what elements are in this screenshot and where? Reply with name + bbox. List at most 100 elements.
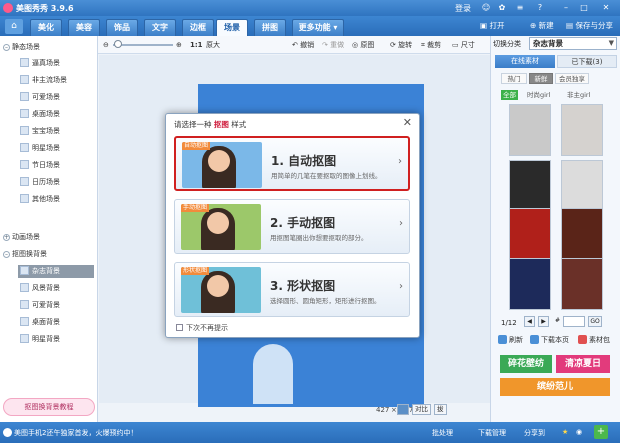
new-button[interactable]: ⊕ 新建: [530, 20, 554, 32]
page-hash-icon: #: [554, 317, 561, 324]
list-item[interactable]: 桌面场景: [20, 108, 92, 121]
dont-show-again-checkbox[interactable]: 下次不再提示: [176, 324, 228, 333]
list-item[interactable]: 其他场景: [20, 193, 92, 206]
material-thumbnail[interactable]: [561, 104, 603, 156]
star-icon[interactable]: ★: [562, 428, 568, 436]
tag-fashion[interactable]: 时尚girl: [527, 90, 550, 100]
option-shape-cutout[interactable]: 形状抠图 3. 形状抠图 选择圆形、圆角矩形，矩形进行抠图。 ›: [174, 262, 410, 317]
refresh-button[interactable]: 刷新: [498, 334, 523, 347]
size-separator: ×: [391, 406, 397, 414]
list-item[interactable]: 可爱场景: [20, 91, 92, 104]
go-button[interactable]: GO: [588, 316, 602, 327]
undo-button[interactable]: ↶ 撤销: [292, 40, 314, 50]
category-select[interactable]: 杂志背景 ▼: [529, 37, 617, 50]
group-cutout-background[interactable]: – 抠图换背景: [3, 249, 47, 259]
next-page-icon[interactable]: ▶: [538, 316, 549, 327]
tab-scene[interactable]: 场景: [216, 19, 248, 36]
list-item[interactable]: 明星背景: [20, 333, 92, 346]
list-item[interactable]: 风景背景: [20, 282, 92, 295]
list-item[interactable]: 可爱背景: [20, 299, 92, 312]
add-share-icon[interactable]: +: [594, 425, 608, 439]
material-thumbnail[interactable]: [561, 208, 603, 260]
tab-collage[interactable]: 拼图: [254, 19, 286, 36]
close-window-icon[interactable]: ✕: [600, 2, 612, 13]
list-item-selected[interactable]: 杂志背景: [18, 265, 94, 278]
zoom-slider-handle[interactable]: [114, 40, 122, 48]
batch-button[interactable]: 批处理: [432, 428, 453, 438]
menu-icon[interactable]: ≡: [514, 2, 526, 13]
group-static-scene[interactable]: – 静态场景: [3, 42, 40, 52]
list-item[interactable]: 明星场景: [20, 142, 92, 155]
banner-floral[interactable]: 碎花壁纺: [500, 355, 552, 373]
material-pack-button[interactable]: 素材包: [578, 334, 610, 347]
item-label: 节日场景: [32, 161, 60, 169]
user-icon[interactable]: ☺: [480, 2, 492, 13]
close-icon[interactable]: ✕: [403, 117, 412, 129]
zoom-slider[interactable]: [113, 44, 173, 46]
subtab-hot[interactable]: 热门: [501, 73, 527, 84]
zoom-out-icon[interactable]: ⊖: [103, 40, 109, 50]
subtab-vip[interactable]: 会员独享: [555, 73, 589, 84]
promo-message[interactable]: 美图手机2还午独家首发，火爆预约中！: [14, 428, 137, 438]
banner-style[interactable]: 缤纷范儿: [500, 378, 610, 396]
maximize-icon[interactable]: □: [578, 2, 590, 13]
open-button[interactable]: ▣ 打开: [480, 20, 504, 32]
open-label: 打开: [489, 21, 505, 30]
login-link[interactable]: 登录: [455, 3, 471, 14]
group-animated-scene[interactable]: + 动画场景: [3, 232, 40, 242]
option-auto-cutout[interactable]: 自动抠图 1. 自动抠图 用简单的几笔在要抠取的图像上划线。 ›: [174, 136, 410, 191]
zoom-in-icon[interactable]: ⊕: [176, 40, 182, 50]
tab-beauty[interactable]: 美容: [68, 19, 100, 36]
item-label: 逼真场景: [32, 59, 60, 67]
drag-button[interactable]: 拔: [434, 404, 447, 415]
tab-beautify[interactable]: 美化: [30, 19, 62, 36]
prev-page-icon[interactable]: ◀: [524, 316, 535, 327]
banner-summer[interactable]: 清凉夏日: [556, 355, 610, 373]
material-thumbnail[interactable]: [561, 258, 603, 310]
list-item[interactable]: 逼真场景: [20, 57, 92, 70]
weibo-icon[interactable]: ◉: [576, 428, 582, 436]
crop-button[interactable]: ⌗ 裁剪: [421, 40, 441, 50]
tutorial-button[interactable]: 抠图换背景教程: [3, 398, 95, 416]
tab-text[interactable]: 文字: [144, 19, 176, 36]
tab-accessories[interactable]: 饰品: [106, 19, 138, 36]
original-button[interactable]: ◎ 原图: [352, 40, 374, 50]
help-icon[interactable]: ?: [534, 2, 546, 13]
fit-screen-icon[interactable]: [397, 404, 409, 415]
list-item[interactable]: 桌面背景: [20, 316, 92, 329]
download-manager-button[interactable]: 下载管理: [478, 428, 506, 438]
list-item[interactable]: 节日场景: [20, 159, 92, 172]
material-thumbnail[interactable]: [509, 258, 551, 310]
checkbox-box[interactable]: [176, 324, 183, 331]
subtab-new[interactable]: 新鲜: [529, 73, 553, 84]
page-input[interactable]: [563, 316, 585, 327]
material-thumbnail[interactable]: [561, 160, 603, 212]
material-thumbnail[interactable]: [509, 104, 551, 156]
tab-frame[interactable]: 边框: [182, 19, 214, 36]
tag-alt[interactable]: 非主girl: [567, 90, 590, 100]
list-item[interactable]: 日历场景: [20, 176, 92, 189]
rotate-button[interactable]: ⟳ 旋转: [390, 40, 412, 50]
list-item[interactable]: 非主流场景: [20, 74, 92, 87]
option-manual-cutout[interactable]: 手动抠图 2. 手动抠图 用抠图笔圈出你想要抠取的部分。 ›: [174, 199, 410, 254]
compare-button[interactable]: 对比: [412, 404, 431, 415]
material-thumbnail[interactable]: [509, 208, 551, 260]
figure-face: [207, 275, 229, 297]
tag-all[interactable]: 全部: [501, 90, 518, 100]
figure-face: [208, 150, 230, 172]
actual-size-label[interactable]: 原大: [206, 40, 220, 50]
redo-button[interactable]: ↷ 重做: [322, 40, 344, 50]
minimize-icon[interactable]: –: [560, 2, 572, 13]
home-icon[interactable]: ⌂: [5, 19, 23, 34]
tab-more[interactable]: 更多功能 ▾: [292, 19, 344, 36]
list-item[interactable]: 宝宝场景: [20, 125, 92, 138]
size-button[interactable]: ▭ 尺寸: [452, 40, 475, 50]
material-thumbnail[interactable]: [509, 160, 551, 212]
tab-online-material[interactable]: 在线素材: [495, 55, 555, 68]
download-page-button[interactable]: 下载本页: [530, 334, 569, 347]
save-share-button[interactable]: ▤ 保存与分享: [566, 20, 613, 32]
skin-icon[interactable]: ✿: [496, 2, 508, 13]
tab-downloaded[interactable]: 已下载(3): [557, 55, 617, 68]
option-preview-image: 自动抠图: [182, 142, 262, 188]
actual-size-icon[interactable]: 1:1: [190, 40, 203, 50]
